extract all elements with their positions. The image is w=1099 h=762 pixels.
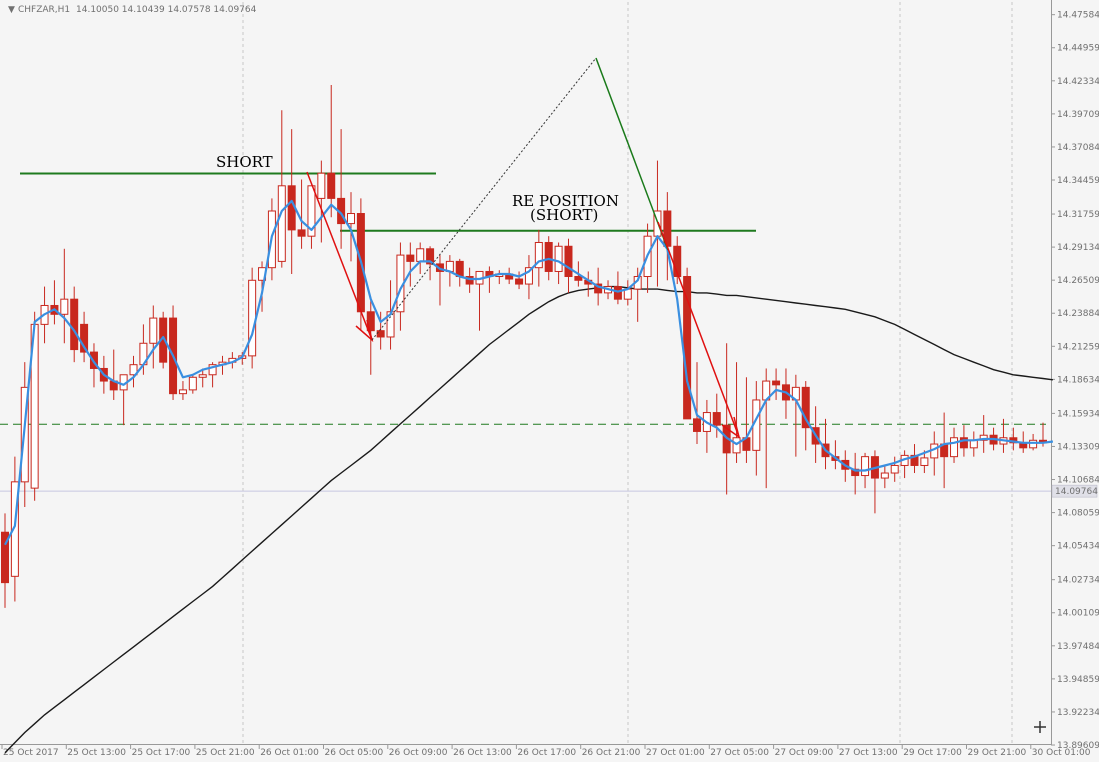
price-tick-label: 14.29134 [1057,243,1099,253]
price-tick-label: 14.18634 [1057,375,1099,385]
candle-body [60,298,69,315]
candle-body [969,439,978,449]
candle-body [70,298,79,351]
chart-background [0,0,1099,762]
price-tick-label: 14.02734 [1057,576,1099,586]
price-tick-label: 13.94859 [1057,675,1099,685]
price-tick-label: 14.10684 [1057,476,1099,486]
candle-body [544,241,553,272]
candle-body [920,457,929,466]
candle-body [772,380,781,386]
ohlc-readout: 14.10050 14.10439 14.07578 14.09764 [76,5,257,15]
candle-body [297,229,306,237]
candle-body [950,437,959,458]
candle-body [613,286,622,300]
time-tick-label: 29 Oct 17:00 [903,748,962,758]
candle-body [327,172,336,199]
price-tick-label: 14.31759 [1057,210,1099,220]
candle-body [732,437,741,454]
symbol-label: CHFZAR,H1 [18,5,70,15]
time-tick-label: 27 Oct 01:00 [646,748,705,758]
candle-body [376,330,385,338]
candle-body [890,464,899,474]
candle-body [248,279,257,357]
price-tick-label: 14.34459 [1057,176,1099,186]
price-tick-label: 14.15934 [1057,409,1099,419]
price-tick-label: 14.37084 [1057,143,1099,153]
time-tick-label: 30 Oct 01:00 [1032,748,1091,758]
time-tick-label: 25 Oct 21:00 [196,748,255,758]
price-tick-label: 13.92234 [1057,708,1099,718]
price-tick-label: 14.47584 [1057,11,1099,21]
price-tick-label: 14.08059 [1057,509,1099,519]
candle-body [880,472,889,479]
time-tick-label: 26 Oct 09:00 [389,748,448,758]
time-tick-label: 26 Oct 13:00 [453,748,512,758]
candle [683,267,692,420]
candle-body [693,418,701,432]
candle-body [574,276,583,281]
price-tick-label: 14.26509 [1057,276,1099,286]
time-tick-label: 25 Oct 2017 [3,748,59,758]
price-tick-label: 14.39709 [1057,110,1099,120]
price-tick-label: 14.23884 [1057,309,1099,319]
candle-body [198,374,207,378]
candle-body [277,185,286,262]
candle-body [347,213,355,225]
short-annotation: SHORT [216,153,273,171]
price-chart[interactable]: 14.47584 14.44959 14.42334 14.39709 14.37084… [0,0,1099,762]
time-tick-label: 27 Oct 13:00 [839,748,898,758]
time-tick-label: 26 Oct 17:00 [517,748,576,758]
time-tick-label: 26 Oct 01:00 [260,748,319,758]
candle-body [1029,439,1038,449]
candle-body [861,456,870,477]
price-tick-label: 14.13309 [1057,442,1099,452]
collapse-arrow-icon[interactable]: ▼ [8,5,15,15]
reposition-annotation-line2: (SHORT) [530,206,598,224]
time-tick-label: 27 Oct 05:00 [710,748,769,758]
price-tick-label: 14.44959 [1057,44,1099,54]
price-tick-label: 14.05434 [1057,542,1099,552]
chart-window: 14.47584 14.44959 14.42334 14.39709 14.37084… [0,0,1099,762]
candle-body [416,248,425,262]
price-tick-label: 14.21259 [1057,342,1099,352]
candle-body [515,278,524,285]
price-tick-label: 14.00109 [1057,609,1099,619]
candle-body [712,412,721,426]
candle-body [149,317,158,344]
candle-body [178,389,187,395]
time-tick-label: 26 Oct 21:00 [582,748,641,758]
time-tick-label: 25 Oct 17:00 [132,748,191,758]
candle-body [554,245,563,272]
price-tick-label: 13.97484 [1057,642,1099,652]
candle-body [406,254,415,262]
time-tick-label: 25 Oct 13:00 [67,748,126,758]
candle-body [564,245,573,278]
candle [248,267,257,369]
time-tick-label: 27 Oct 09:00 [775,748,834,758]
candle-body [317,172,326,199]
current-price-label: 14.09764 [1055,487,1098,497]
candle-body [188,376,197,391]
price-tick-label: 14.42334 [1057,77,1099,87]
time-tick-label: 26 Oct 05:00 [325,748,384,758]
time-tick-label: 29 Oct 21:00 [968,748,1027,758]
